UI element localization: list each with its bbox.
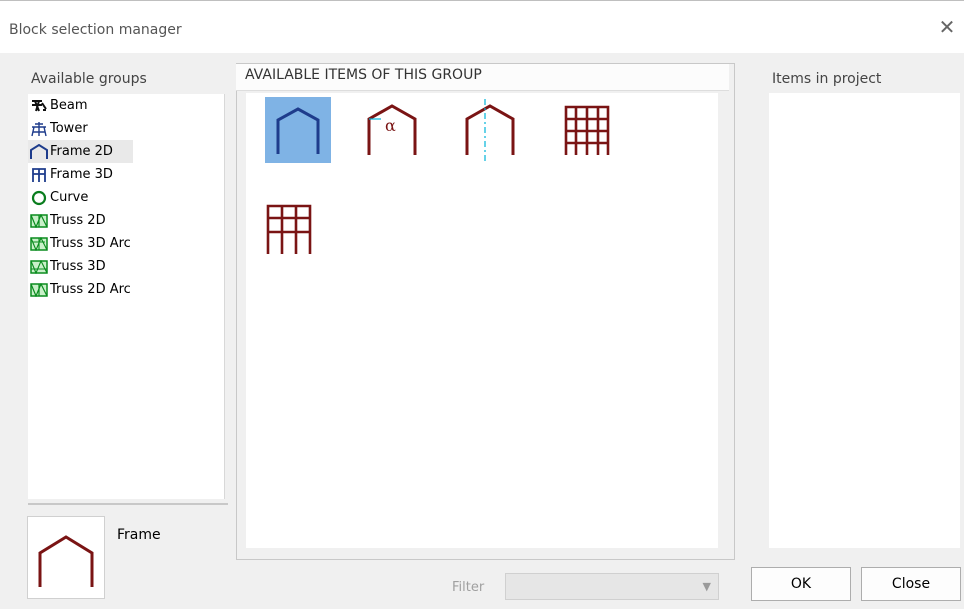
multi-storey-frame-icon[interactable] — [258, 194, 324, 260]
group-item-frame-2d[interactable]: Frame 2D — [28, 140, 133, 163]
preview-box — [27, 516, 105, 599]
truss-2d-arc-icon — [29, 281, 49, 299]
close-button[interactable]: Close — [861, 567, 961, 601]
title-bar: Block selection manager ✕ — [0, 0, 964, 53]
frame-3d-icon — [29, 166, 49, 184]
group-item-tower[interactable]: Tower — [28, 117, 224, 140]
group-label: Frame 2D — [50, 144, 113, 159]
close-icon[interactable]: ✕ — [936, 16, 958, 38]
frame-2d-icon — [29, 143, 49, 161]
filter-select[interactable]: ▼ — [505, 573, 719, 600]
beam-icon — [29, 97, 49, 115]
group-label: Curve — [50, 190, 89, 205]
available-items-header: AVAILABLE ITEMS OF THIS GROUP — [245, 67, 482, 83]
group-label: Truss 3D Arc — [50, 236, 131, 251]
group-item-curve[interactable]: Curve — [28, 186, 224, 209]
angle-symbol: α — [385, 116, 396, 135]
group-item-beam[interactable]: Beam — [28, 94, 224, 117]
group-label: Truss 2D Arc — [50, 282, 131, 297]
group-label: Beam — [50, 98, 88, 113]
group-item-truss-3d[interactable]: Truss 3D — [28, 255, 224, 278]
project-items-list[interactable] — [769, 93, 960, 548]
truss-2d-icon — [29, 212, 49, 230]
dialog-title: Block selection manager — [9, 22, 182, 38]
chevron-down-icon: ▼ — [702, 580, 711, 593]
groups-list: Beam Tower Frame 2D Frame 3D Curve Truss… — [28, 94, 225, 499]
filter-label: Filter — [452, 580, 485, 595]
group-item-truss-2d[interactable]: Truss 2D — [28, 209, 224, 232]
pitched-frame-axis-icon[interactable] — [457, 97, 523, 163]
group-label: Truss 2D — [50, 213, 106, 228]
group-item-frame-3d[interactable]: Frame 3D — [28, 163, 224, 186]
group-item-truss-3d-arc[interactable]: Truss 3D Arc — [28, 232, 224, 255]
tower-icon — [29, 120, 49, 138]
project-header: Items in project — [772, 71, 882, 87]
truss-3d-arc-icon — [29, 235, 49, 253]
multi-bay-frame-icon[interactable] — [553, 97, 619, 163]
curve-icon — [29, 189, 49, 207]
available-items-header-bar: AVAILABLE ITEMS OF THIS GROUP — [236, 64, 729, 91]
group-label: Truss 3D — [50, 259, 106, 274]
group-item-truss-2d-arc[interactable]: Truss 2D Arc — [28, 278, 224, 301]
group-label: Frame 3D — [50, 167, 113, 182]
groups-header: Available groups — [31, 71, 147, 87]
truss-3d-icon — [29, 258, 49, 276]
frame-preview-icon — [28, 535, 104, 602]
preview-label: Frame — [117, 527, 161, 543]
portal-frame-icon[interactable] — [265, 97, 331, 163]
block-selection-dialog: Block selection manager ✕ Available grou… — [0, 0, 964, 609]
pitched-frame-angle-icon[interactable]: α — [359, 97, 425, 163]
available-items-grid: α — [246, 93, 718, 548]
divider — [28, 503, 228, 505]
group-label: Tower — [50, 121, 88, 136]
ok-button[interactable]: OK — [751, 567, 851, 601]
